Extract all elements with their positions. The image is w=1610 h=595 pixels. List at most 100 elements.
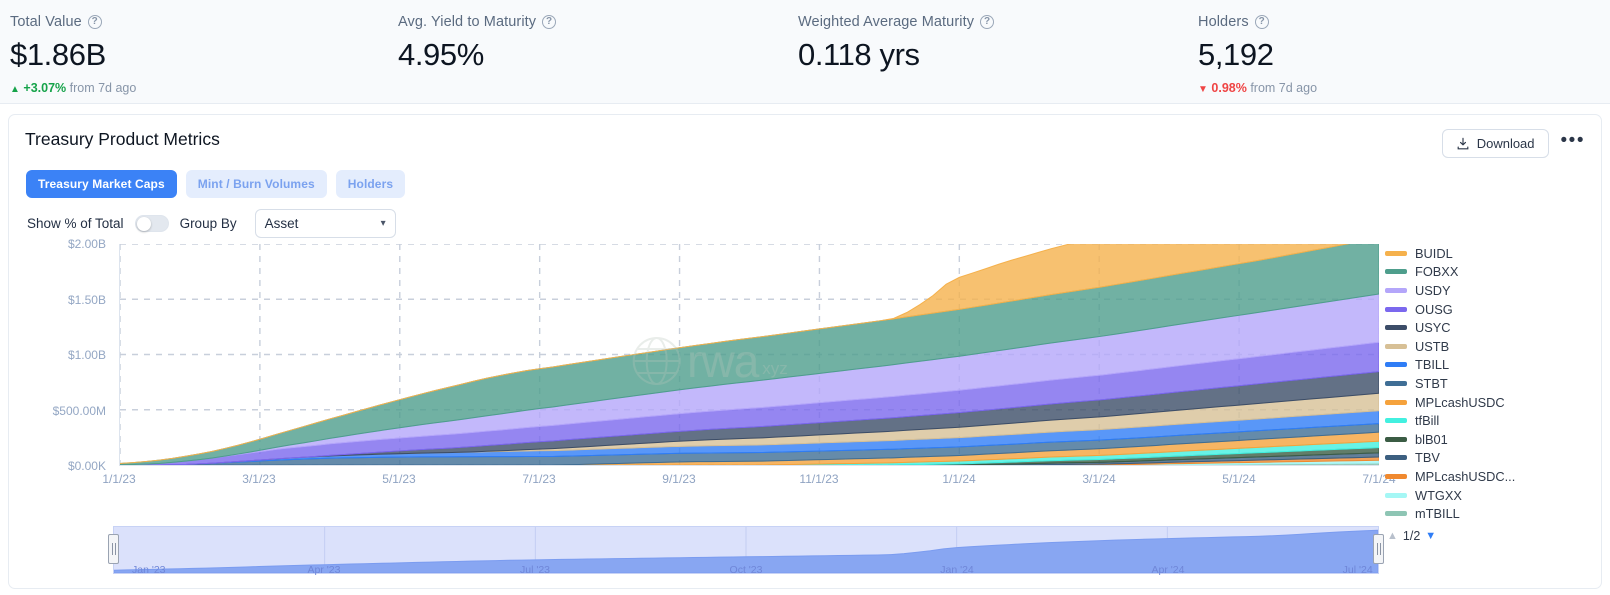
legend-label: STBT [1415, 375, 1448, 391]
legend-item[interactable]: blB01 [1385, 430, 1593, 449]
y-axis-tick: $1.50B [67, 292, 106, 307]
download-button[interactable]: Download [1441, 129, 1549, 158]
legend-item[interactable]: USTB [1385, 337, 1593, 356]
group-by-select[interactable]: Asset ▾ [254, 209, 396, 238]
kpi-delta: ▲ +3.07% from 7d ago [10, 81, 388, 95]
legend-item[interactable]: OUSG [1385, 300, 1593, 319]
x-axis-tick: 3/1/24 [1082, 472, 1116, 486]
legend-swatch [1385, 473, 1407, 479]
legend-swatch [1385, 269, 1407, 275]
help-icon[interactable]: ? [1254, 15, 1269, 29]
legend-item[interactable]: STBT [1385, 374, 1593, 393]
kpi-value: 0.118 yrs [798, 37, 920, 72]
brush-tick: Jan '23 [131, 564, 166, 576]
trend-down-icon: ▼ [1198, 84, 1208, 95]
show-percent-toggle[interactable] [134, 215, 169, 232]
stacked-area-svg [120, 244, 1379, 465]
legend-item[interactable]: TBILL [1385, 356, 1593, 375]
legend-label: tfBill [1415, 413, 1440, 429]
legend-item[interactable]: BUIDL [1385, 244, 1593, 263]
x-axis-tick: 3/1/23 [242, 472, 276, 486]
help-icon[interactable]: ? [980, 15, 995, 29]
x-axis-tick: 11/1/23 [799, 472, 839, 486]
legend-label: mTBILL [1415, 506, 1460, 522]
legend-swatch [1385, 399, 1407, 405]
kpi-value: $1.86B [10, 37, 106, 72]
legend-label: TBV [1415, 450, 1440, 466]
x-axis-tick: 5/1/24 [1222, 472, 1256, 486]
kpi-delta-suffix: from 7d ago [69, 81, 137, 95]
legend-label: BUIDL [1415, 245, 1453, 261]
x-axis-tick: 7/1/23 [522, 472, 556, 486]
x-axis-tick: 9/1/23 [662, 472, 696, 486]
help-icon[interactable]: ? [542, 15, 557, 29]
y-axis-labels: $0.00K $500.00M $1.00B $1.50B $2.00B [9, 237, 113, 473]
brush-tick: Oct '23 [729, 564, 763, 576]
group-by-label: Group By [179, 216, 237, 231]
group-by-value: Asset [264, 216, 299, 231]
kpi-label: Avg. Yield to Maturity ? [398, 14, 788, 30]
kpi-delta-value: 0.98% [1211, 81, 1247, 95]
date-range-brush[interactable]: Jan '23 Apr '23 Jul '23 Oct '23 Jan '24 Apr '… [108, 526, 1384, 578]
x-axis-tick: 5/1/23 [382, 472, 416, 486]
legend-swatch [1385, 287, 1407, 293]
legend-item[interactable]: USDY [1385, 281, 1593, 300]
kpi-label: Holders ? [1198, 14, 1610, 30]
legend-page-indicator: 1/2 [1402, 528, 1421, 543]
toggle-knob [136, 217, 151, 231]
kpi-delta: ▼ 0.98% from 7d ago [1198, 81, 1610, 95]
legend-swatch [1385, 492, 1407, 498]
chevron-down-icon: ▾ [380, 218, 386, 229]
brush-tick: Jan '24 [940, 564, 974, 576]
more-options-icon[interactable]: ••• [1561, 131, 1585, 152]
trend-up-icon: ▲ [10, 84, 20, 95]
brush-tick: Apr '23 [307, 564, 341, 576]
legend-pager: ▲ 1/2 ▼ [1385, 523, 1593, 543]
chart-legend: BUIDL FOBXX USDY OUSG USYC USTB TBILL STBT MPLca… [1379, 244, 1593, 543]
legend-swatch [1385, 436, 1407, 442]
tab-treasury-market-caps[interactable]: Treasury Market Caps [26, 170, 177, 198]
legend-label: MPLcashUSDC [1415, 394, 1505, 410]
legend-item[interactable]: FOBXX [1385, 263, 1593, 282]
legend-page-up-icon[interactable]: ▲ [1387, 530, 1398, 542]
legend-swatch [1385, 380, 1407, 386]
kpi-strip: Total Value ? $1.86B ▲ +3.07% from 7d ag… [0, 0, 1610, 104]
brush-tick: Apr '24 [1151, 564, 1185, 576]
legend-swatch [1385, 511, 1407, 517]
legend-label: OUSG [1415, 301, 1453, 317]
x-axis-labels: 1/1/23 3/1/23 5/1/23 7/1/23 9/1/23 11/1/23 1/1… [102, 472, 1395, 492]
brush-handle-left[interactable] [108, 534, 119, 564]
legend-item[interactable]: mTBILL [1385, 504, 1593, 523]
stacked-area-plot[interactable] [119, 244, 1379, 466]
kpi-title: Weighted Average Maturity [798, 14, 975, 30]
legend-page-down-icon[interactable]: ▼ [1425, 530, 1436, 542]
legend-item[interactable]: MPLcashUSDC [1385, 393, 1593, 412]
y-axis-tick: $0.00K [67, 459, 106, 473]
kpi-total-value: Total Value ? $1.86B ▲ +3.07% from 7d ag… [0, 8, 388, 103]
kpi-avg-yield: Avg. Yield to Maturity ? 4.95% [388, 8, 788, 103]
legend-item[interactable]: TBV [1385, 449, 1593, 468]
brush-handle-right[interactable] [1373, 534, 1384, 564]
legend-item[interactable]: MPLcashUSDC... [1385, 467, 1593, 486]
kpi-label: Total Value ? [10, 14, 388, 30]
kpi-title: Holders [1198, 14, 1249, 30]
legend-item[interactable]: WTGXX [1385, 486, 1593, 505]
legend-item[interactable]: tfBill [1385, 411, 1593, 430]
legend-rows: BUIDL FOBXX USDY OUSG USYC USTB TBILL STBT MPLca… [1385, 244, 1593, 523]
legend-label: WTGXX [1415, 487, 1462, 503]
legend-swatch [1385, 362, 1407, 368]
help-icon[interactable]: ? [87, 15, 102, 29]
legend-swatch [1385, 325, 1407, 331]
y-axis-tick: $1.00B [67, 348, 106, 362]
chart-controls: Show % of Total Group By Asset ▾ [9, 198, 1601, 238]
chart-area: $0.00K $500.00M $1.00B $1.50B $2.00B rwa xyz… [9, 237, 1601, 543]
kpi-value: 5,192 [1198, 37, 1274, 72]
download-label: Download [1476, 136, 1535, 151]
y-axis-tick: $500.00M [52, 403, 106, 418]
tab-holders[interactable]: Holders [335, 170, 406, 198]
kpi-holders: Holders ? 5,192 ▼ 0.98% from 7d ago [1188, 8, 1610, 103]
tab-mint-burn-volumes[interactable]: Mint / Burn Volumes [185, 170, 327, 198]
legend-swatch [1385, 250, 1407, 256]
legend-item[interactable]: USYC [1385, 318, 1593, 337]
legend-swatch [1385, 306, 1407, 312]
